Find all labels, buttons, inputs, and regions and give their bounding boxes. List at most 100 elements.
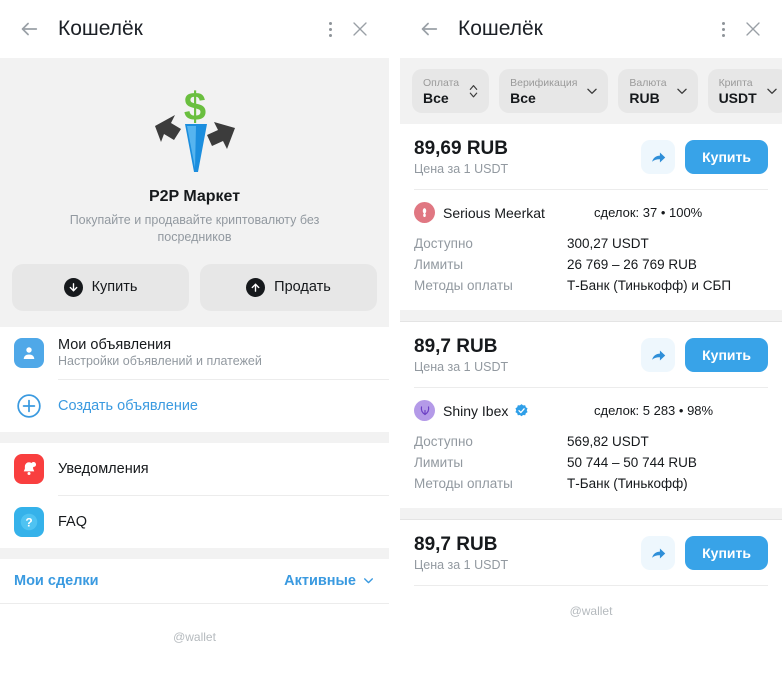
offer-limits-label: Лимиты <box>414 257 464 272</box>
chevron-up-down-icon <box>469 85 478 98</box>
trader-stats: сделок: 5 283 • 98% <box>594 403 714 418</box>
filter-chip-texts: Валюта RUB <box>629 77 666 106</box>
offer-limits-value: 26 769 – 26 769 RUB <box>567 257 697 272</box>
hero-subtitle: Покупайте и продавайте криптовалюту без … <box>69 213 320 244</box>
buy-offer-button[interactable]: Купить <box>685 536 768 570</box>
left-header: Кошелёк <box>0 0 389 58</box>
app-window: Кошелёк $ P2P Маркет Покупайте и продава… <box>0 0 782 699</box>
notifications-texts: Уведомления <box>58 461 149 477</box>
offer-header: 89,7 RUB Цена за 1 USDT Купить <box>400 520 782 585</box>
verified-badge-icon <box>514 403 529 418</box>
buy-offer-button[interactable]: Купить <box>685 140 768 174</box>
offer-price-block: 89,7 RUB Цена за 1 USDT <box>414 336 641 374</box>
sidebar-item-my-ads[interactable]: Мои объявления Настройки объявлений и пл… <box>0 327 389 379</box>
sidebar-item-faq[interactable]: ? FAQ <box>0 496 389 548</box>
svg-text:$: $ <box>183 85 205 129</box>
sidebar-item-notifications[interactable]: Уведомления <box>0 443 389 495</box>
deals-filter-dropdown[interactable]: Активные <box>284 573 375 589</box>
section-divider-band <box>0 547 389 559</box>
offer-card: 89,7 RUB Цена за 1 USDT Купить <box>400 520 782 586</box>
filter-chip-texts: Оплата Все <box>423 77 459 106</box>
offer-separator-band <box>400 508 782 519</box>
offer-price-caption: Цена за 1 USDT <box>414 162 509 176</box>
offer-available-row: Доступно 300,27 USDT <box>414 233 768 254</box>
my-deals-label[interactable]: Мои сделки <box>14 573 99 589</box>
buy-button-label: Купить <box>91 279 138 296</box>
offer-card: 89,69 RUB Цена за 1 USDT Купить Serious … <box>400 124 782 310</box>
sell-button[interactable]: Продать <box>200 263 377 311</box>
filter-bar: Оплата Все Верификация Все Валюта RUB Кр… <box>400 58 782 124</box>
share-arrow-icon[interactable] <box>641 536 676 570</box>
back-icon[interactable] <box>414 14 444 44</box>
offer-limits-row: Лимиты 50 744 – 50 744 RUB <box>414 452 768 473</box>
hero-title: P2P Маркет <box>148 188 241 205</box>
offer-price-block: 89,69 RUB Цена за 1 USDT <box>414 138 641 176</box>
offer-available-label: Доступно <box>414 434 473 449</box>
offer-payment-methods-label: Методы оплаты <box>414 476 513 491</box>
trader-line[interactable]: Serious Meerkat сделок: 37 • 100% <box>414 202 768 223</box>
filter-chip-crypto[interactable]: Крипта USDT <box>707 69 782 113</box>
user-profile-icon <box>14 337 44 368</box>
filter-chip-payment[interactable]: Оплата Все <box>412 69 490 113</box>
right-footer-handle: @wallet <box>569 604 613 618</box>
left-panel: Кошелёк $ P2P Маркет Покупайте и продава… <box>0 0 389 699</box>
offer-card: 89,7 RUB Цена за 1 USDT Купить <box>400 322 782 508</box>
trader-line[interactable]: Shiny Ibex сделок: 5 283 • 98% <box>414 400 768 421</box>
offer-limits-value: 50 744 – 50 744 RUB <box>567 455 697 470</box>
offer-payment-methods-row: Методы оплаты Т-Банк (Тинькофф) <box>414 473 768 494</box>
sidebar-item-sublabel: Настройки объявлений и платежей <box>58 354 262 369</box>
more-vertical-icon[interactable] <box>708 14 738 44</box>
chevron-down-icon <box>676 88 687 94</box>
right-panel: Кошелёк Оплата Все Верификация Все Валют… <box>400 0 782 699</box>
filter-chip-value: Все <box>510 89 536 106</box>
meerkat-avatar-icon <box>414 202 435 223</box>
deals-filter-value: Активные <box>284 572 356 589</box>
arrow-down-circle-icon <box>63 277 83 297</box>
svg-text:?: ? <box>25 515 32 529</box>
close-icon[interactable] <box>345 14 375 44</box>
plus-circle-icon <box>14 391 44 421</box>
offer-payment-methods-label: Методы оплаты <box>414 278 513 293</box>
filter-chip-value: Все <box>423 89 449 106</box>
offer-payment-methods-value: Т-Банк (Тинькофф) <box>567 476 688 491</box>
back-icon[interactable] <box>14 14 44 44</box>
menu-group-misc: Уведомления ? FAQ <box>0 442 389 548</box>
buy-offer-button[interactable]: Купить <box>685 338 768 372</box>
trader-name: Shiny Ibex <box>443 402 509 419</box>
share-arrow-icon[interactable] <box>641 338 676 372</box>
filter-chip-currency[interactable]: Валюта RUB <box>618 69 698 113</box>
offer-header: 89,69 RUB Цена за 1 USDT Купить <box>400 124 782 189</box>
left-footer-handle: @wallet <box>173 629 216 644</box>
close-icon[interactable] <box>738 14 768 44</box>
sidebar-item-label: FAQ <box>58 513 88 530</box>
offer-separator-band <box>400 310 782 321</box>
offer-price: 89,69 RUB <box>414 138 508 159</box>
offer-price-block: 89,7 RUB Цена за 1 USDT <box>414 534 641 572</box>
offer-header: 89,7 RUB Цена за 1 USDT Купить <box>400 322 782 387</box>
ibex-avatar-icon <box>414 400 435 421</box>
offer-price-caption: Цена за 1 USDT <box>414 558 509 572</box>
offer-limits-label: Лимиты <box>414 455 464 470</box>
my-ads-texts: Мои объявления Настройки объявлений и пл… <box>58 337 262 368</box>
my-deals-row: Мои сделки Активные <box>0 559 389 603</box>
buy-button[interactable]: Купить <box>12 263 189 311</box>
arrow-up-circle-icon <box>246 277 266 297</box>
offer-payment-methods-row: Методы оплаты Т-Банк (Тинькофф) и СБП <box>414 275 768 296</box>
panel-gap <box>389 0 400 699</box>
filter-chip-label: Крипта <box>718 76 753 89</box>
more-vertical-icon[interactable] <box>315 14 345 44</box>
offer-available-value: 300,27 USDT <box>567 236 649 251</box>
filter-chip-label: Верификация <box>510 76 578 89</box>
filter-chip-verification[interactable]: Верификация Все <box>499 69 609 113</box>
chevron-down-icon <box>766 88 777 94</box>
offer-payment-methods-value: Т-Банк (Тинькофф) и СБП <box>567 278 732 293</box>
sidebar-item-label: Создать объявление <box>58 397 199 414</box>
filter-chip-texts: Крипта USDT <box>719 77 757 106</box>
sidebar-item-create-ad[interactable]: Создать объявление <box>0 380 389 432</box>
share-arrow-icon[interactable] <box>641 140 676 174</box>
hero-actions: Купить Продать <box>12 263 377 311</box>
trader-stats: сделок: 37 • 100% <box>594 205 703 220</box>
offer-price: 89,7 RUB <box>414 534 498 555</box>
offer-price: 89,7 RUB <box>414 336 498 357</box>
filter-chip-texts: Верификация Все <box>510 77 577 106</box>
